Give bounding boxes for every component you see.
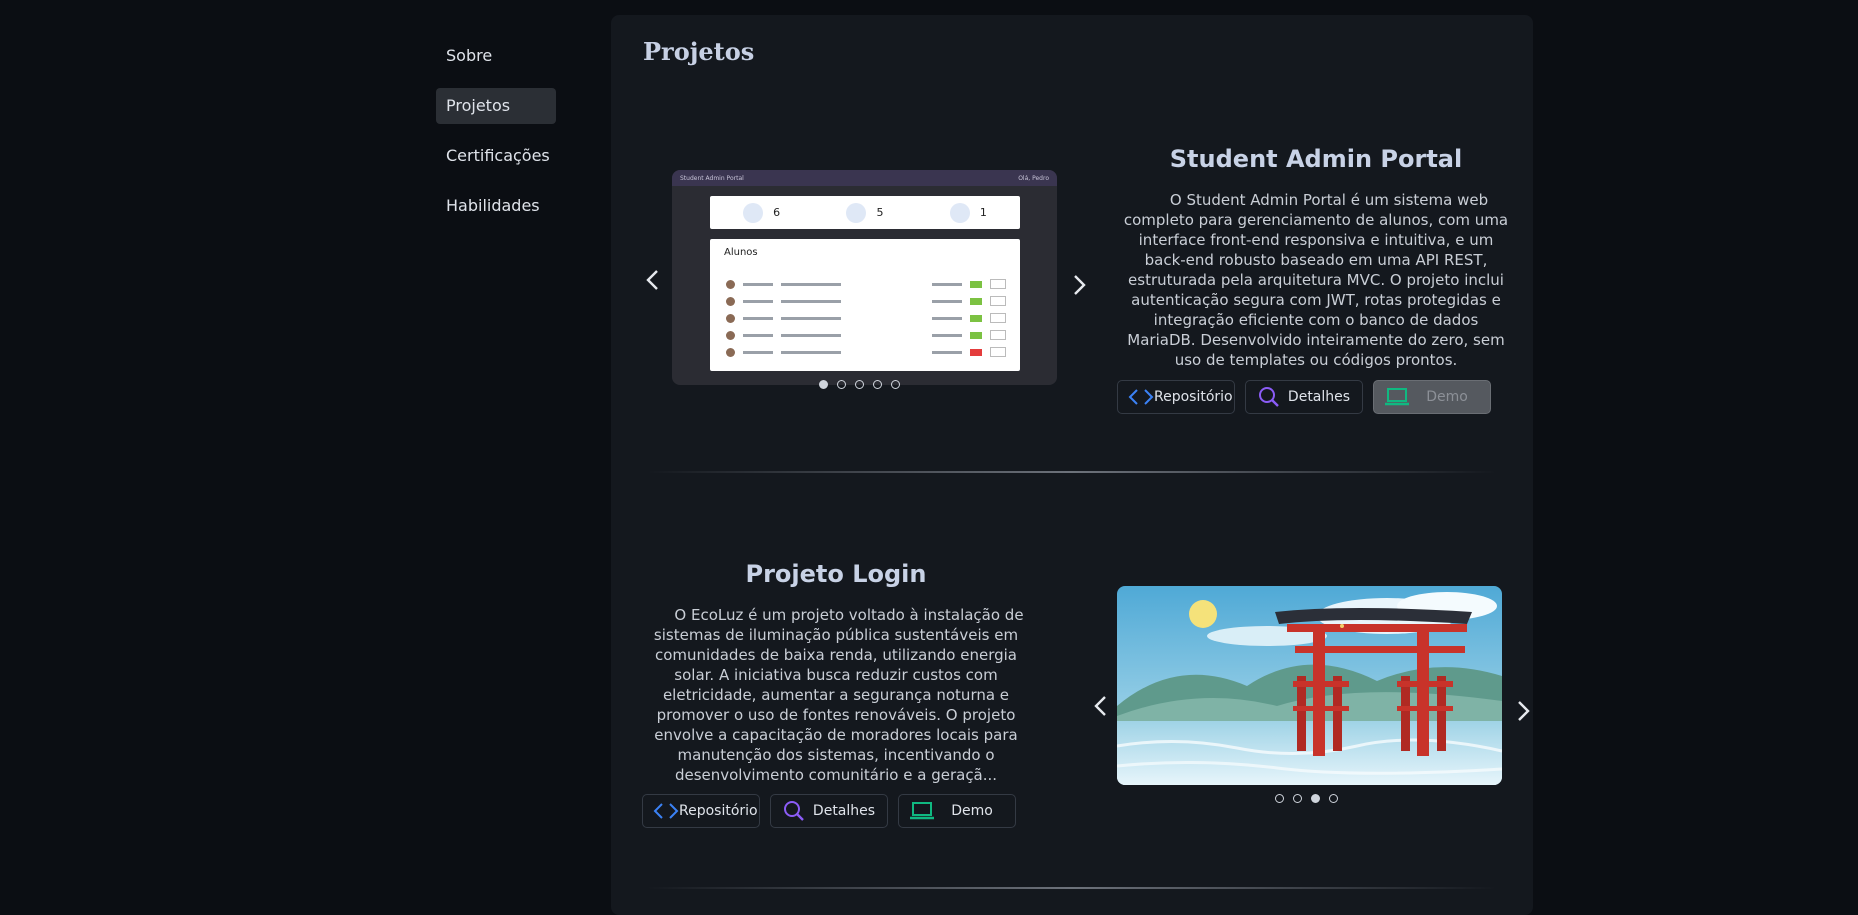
mock-stat: 1 [917,196,1020,229]
sidebar-item-habilidades[interactable]: Habilidades [436,188,556,224]
mock-row [726,329,1006,341]
mock-row [726,346,1006,358]
carousel-prev-button[interactable] [1089,691,1113,721]
search-icon [781,800,807,822]
stat-value: 1 [979,206,987,219]
sidebar-nav: Sobre Projetos Certificações Habilidades [436,38,556,238]
carousel-indicators [1275,794,1338,803]
project-title: Projeto Login [745,560,927,588]
mock-table-title: Alunos [724,247,758,258]
mock-table: Alunos [710,239,1020,371]
demo-button[interactable]: Demo [898,794,1016,828]
details-label: Detalhes [1287,389,1351,405]
carousel-next-button[interactable] [1067,270,1091,300]
mock-stat: 5 [813,196,916,229]
stat-icon [949,202,970,223]
code-icon [1128,386,1154,408]
carousel-dot[interactable] [873,380,882,389]
project-description: O Student Admin Portal é um sistema web … [1123,191,1509,369]
mock-user-label: Olá, Pedro [1018,174,1049,182]
student-admin-mock: Student Admin Portal Olá, Pedro 6 5 1 Al… [672,170,1057,385]
project-image [1117,586,1502,785]
chevron-left-icon [646,270,658,290]
carousel-dot[interactable] [855,380,864,389]
repository-label: Repositório [1154,389,1233,405]
carousel-dot[interactable] [1329,794,1338,803]
carousel-dot[interactable] [1293,794,1302,803]
stat-icon [846,202,867,223]
details-button[interactable]: Detalhes [1245,380,1363,414]
repository-button[interactable]: Repositório [1117,380,1235,414]
mock-row [726,295,1006,307]
details-button[interactable]: Detalhes [770,794,888,828]
project-screenshot: Student Admin Portal Olá, Pedro 6 5 1 Al… [672,170,1057,385]
carousel-next-button[interactable] [1511,696,1535,726]
stat-value: 5 [876,206,884,219]
carousel-prev-button[interactable] [641,265,665,295]
carousel-dot[interactable] [1275,794,1284,803]
search-icon [1256,386,1282,408]
mock-stat: 6 [710,196,813,229]
section-divider [647,471,1497,473]
section-divider [647,887,1497,889]
chevron-right-icon [1518,701,1530,721]
laptop-icon [909,800,935,822]
chevron-right-icon [1074,275,1086,295]
laptop-icon [1384,386,1410,408]
project-actions: Repositório Detalhes Demo [1117,380,1491,414]
section-title: Projetos [643,37,755,66]
project-description: O EcoLuz é um projeto voltado à instalaç… [653,606,1024,784]
carousel-indicators [819,380,900,389]
chevron-left-icon [1094,696,1106,716]
carousel-dot[interactable] [819,380,828,389]
sidebar-item-projetos[interactable]: Projetos [436,88,556,124]
sidebar-item-sobre[interactable]: Sobre [436,38,556,74]
torii-gate-illustration [1117,586,1502,785]
mock-row [726,312,1006,324]
mock-app-title: Student Admin Portal [680,174,744,182]
stat-icon [743,202,764,223]
repository-label: Repositório [679,803,758,819]
demo-button[interactable]: Demo [1373,380,1491,414]
demo-label: Demo [951,803,993,819]
repository-button[interactable]: Repositório [642,794,760,828]
mock-row [726,278,1006,290]
project-title: Student Admin Portal [1169,145,1463,173]
carousel-dot[interactable] [837,380,846,389]
carousel-dot[interactable] [891,380,900,389]
project-actions: Repositório Detalhes Demo [642,794,1016,828]
carousel-dot[interactable] [1311,794,1320,803]
sidebar-item-certificacoes[interactable]: Certificações [436,138,556,174]
code-icon [653,800,679,822]
stat-value: 6 [773,206,781,219]
details-label: Detalhes [812,803,876,819]
mock-header: Student Admin Portal Olá, Pedro [672,170,1057,186]
projects-panel: Projetos Student Admin Portal Olá, Pedro… [611,15,1533,915]
mock-stats: 6 5 1 [710,196,1020,229]
demo-label: Demo [1426,389,1468,405]
